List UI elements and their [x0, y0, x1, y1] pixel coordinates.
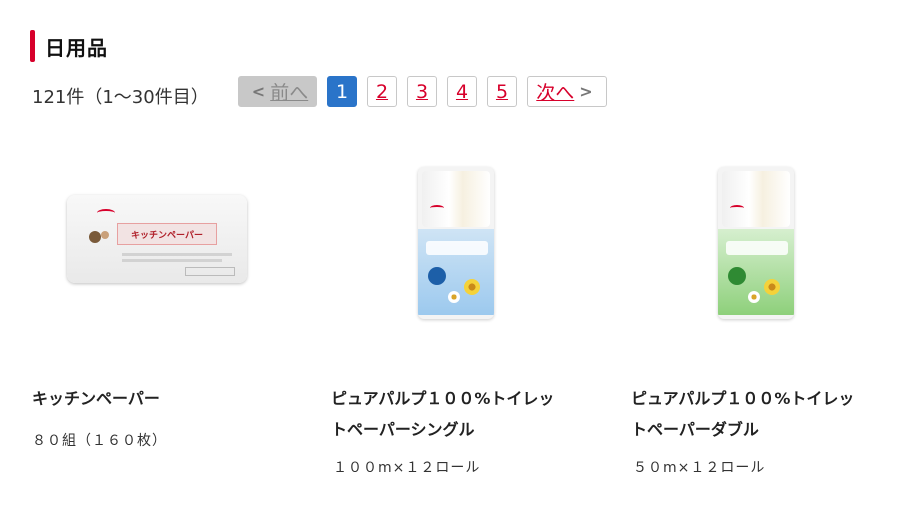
product-name-line: トペーパーシングル: [331, 420, 475, 439]
package-title-area: [726, 241, 788, 255]
flower-icon: [764, 279, 780, 295]
product-name[interactable]: キッチンペーパー: [32, 383, 302, 414]
product-name[interactable]: ピュアパルプ１００%トイレッ トペーパーシングル: [331, 383, 601, 445]
product-spec: ８０組（１６０枚）: [32, 433, 167, 449]
next-page-label: 次へ: [536, 82, 575, 104]
product-spec: １００m×１２ロール: [333, 460, 481, 476]
product-name-line: ピュアパルプ１００%トイレッ: [331, 389, 555, 408]
package-label: キッチンペーパー: [117, 223, 217, 245]
heading-accent-bar: [30, 30, 35, 62]
prev-page-label: 前へ: [270, 82, 309, 104]
product-name-line: ピュアパルプ１００%トイレッ: [631, 389, 855, 408]
page-button-1[interactable]: 1: [327, 76, 357, 107]
page-title: 日用品: [45, 35, 108, 60]
product-name[interactable]: ピュアパルプ１００%トイレッ トペーパーダブル: [631, 383, 901, 445]
page-button-4[interactable]: 4: [447, 76, 477, 107]
chevron-right-icon: >: [579, 82, 593, 101]
brand-logo-icon: [430, 205, 444, 211]
product-image-toilet-paper-single[interactable]: [418, 167, 494, 319]
brand-logo-icon: [730, 205, 744, 211]
roll-count-badge-icon: [428, 267, 446, 285]
next-page-button[interactable]: 次へ >: [527, 76, 607, 107]
section-heading: 日用品: [30, 30, 108, 62]
roll-tops: [422, 171, 490, 227]
package-text-line: [122, 259, 222, 262]
prev-page-button[interactable]: < 前へ: [238, 76, 317, 107]
roll-count-badge-icon: [728, 267, 746, 285]
package-text-line: [122, 253, 232, 256]
result-count: 121件（1〜30件目）: [32, 87, 209, 108]
page-button-3[interactable]: 3: [407, 76, 437, 107]
chevron-left-icon: <: [251, 82, 266, 101]
flower-icon: [748, 291, 760, 303]
product-name-line: トペーパーダブル: [631, 420, 759, 439]
package-title-area: [426, 241, 488, 255]
flower-icon: [448, 291, 460, 303]
package-count-badge: [185, 267, 235, 276]
page-button-2[interactable]: 2: [367, 76, 397, 107]
product-image-kitchen-paper[interactable]: キッチンペーパー: [67, 195, 247, 283]
roll-tops: [722, 171, 790, 227]
vegetable-illustration-icon: [89, 231, 109, 243]
flower-icon: [464, 279, 480, 295]
product-spec: ５０m×１２ロール: [633, 460, 766, 476]
brand-logo-icon: [97, 209, 115, 217]
package-panel: [418, 229, 494, 315]
product-image-toilet-paper-double[interactable]: [718, 167, 794, 319]
package-panel: [718, 229, 794, 315]
page-button-5[interactable]: 5: [487, 76, 517, 107]
pagination: < 前へ 1 2 3 4 5 次へ >: [238, 76, 617, 107]
